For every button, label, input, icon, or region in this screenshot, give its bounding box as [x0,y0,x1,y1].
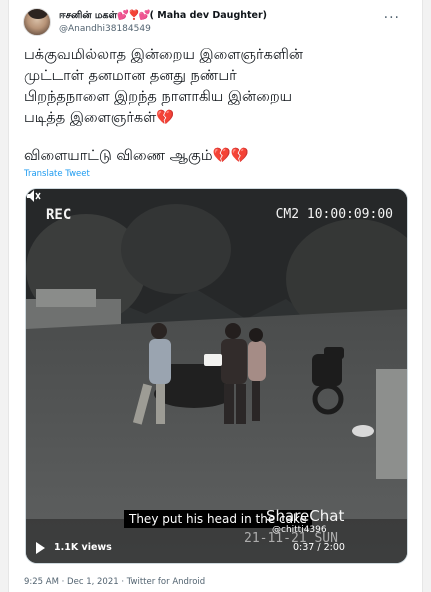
tweet-line-5: விளையாட்டு விணை ஆகும்💔💔 [24,146,409,167]
tweet-line-5-text: விளையாட்டு விணை ஆகும் [24,148,213,164]
tweet-line-4: படித்த இளைஞர்கள்💔 [24,108,409,129]
tweet-line-4-text: படித்த இளைஞர்கள் [24,110,157,126]
broken-heart-icon: 💔 [156,110,175,126]
camera-label: CM2 10:00:09:00 [275,207,393,222]
broken-heart-icon: 💔💔 [212,148,249,164]
tweet-text: பக்குவமில்லாத இன்றைய இளைஞர்களின் முட்டாள… [24,45,409,167]
user-names: ஈசனின் மகள்💕❣️💕( Maha dev Daughter) @Ana… [59,10,267,34]
tweet-line-1: பக்குவமில்லாத இன்றைய இளைஞர்களின் [24,47,303,63]
tweet-card: ஈசனின் மகள்💕❣️💕( Maha dev Daughter) @Ana… [8,0,423,592]
rec-label: REC [46,207,72,223]
tweet-line-2: முட்டாள் தனமான தனது நண்பர் [24,68,237,84]
view-count: 1.1K views [54,542,112,553]
sharechat-watermark: ShareChat [266,507,344,525]
volume-icon[interactable] [26,189,42,203]
display-name-text: ஈசனின் மகள் [59,10,118,21]
tweet-line-3: பிறந்தநாளை இறந்த நாளாகிய இன்றைய [24,89,293,105]
video-time: 0:37 / 2:00 [293,542,345,553]
more-icon[interactable]: ··· [384,10,400,26]
display-name[interactable]: ஈசனின் மகள்💕❣️💕( Maha dev Daughter) [59,10,267,22]
play-icon[interactable] [36,542,45,554]
display-name-suffix: ( Maha dev Daughter) [149,10,268,21]
video-player[interactable]: REC CM2 10:00:09:00 They put his head in… [25,188,408,564]
translate-tweet-link[interactable]: Translate Tweet [24,169,90,179]
avatar[interactable] [23,8,51,36]
user-handle[interactable]: @Anandhi38184549 [59,24,267,34]
tweet-header: ஈசனின் மகள்💕❣️💕( Maha dev Daughter) @Ana… [23,8,267,36]
hearts-emoji: 💕❣️💕 [117,10,150,21]
video-frame [26,189,407,563]
watermark-text: ShareChat [266,507,345,525]
tweet-timestamp[interactable]: 9:25 AM · Dec 1, 2021 · Twitter for Andr… [24,577,205,587]
